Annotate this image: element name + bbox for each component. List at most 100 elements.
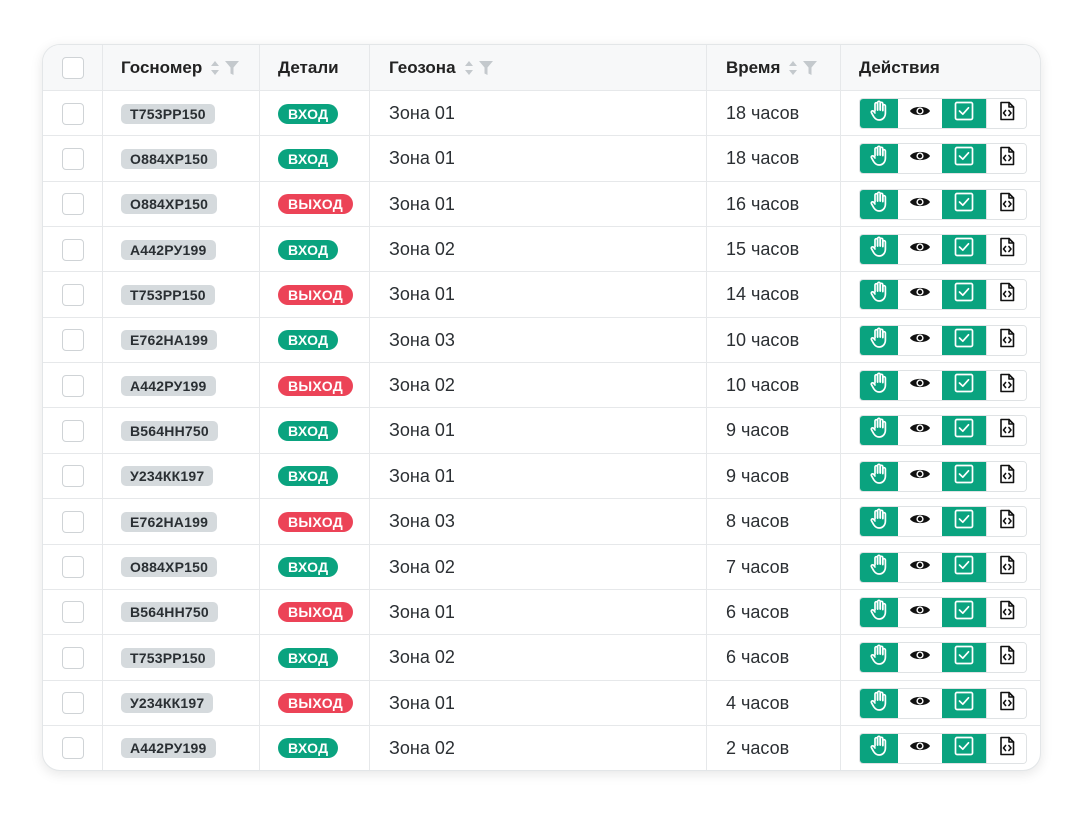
confirm-button[interactable]: [942, 325, 986, 355]
row-checkbox[interactable]: [61, 737, 84, 760]
view-button[interactable]: [898, 235, 942, 265]
code-button[interactable]: [986, 280, 1026, 310]
view-button[interactable]: [898, 552, 942, 582]
eye-icon: [909, 240, 931, 259]
row-checkbox-cell: [43, 680, 103, 726]
view-button[interactable]: [898, 416, 942, 446]
row-checkbox[interactable]: [61, 147, 84, 170]
confirm-button[interactable]: [942, 371, 986, 401]
confirm-button[interactable]: [942, 189, 986, 219]
select-all-checkbox[interactable]: [61, 56, 84, 79]
checkbox-check-icon: [954, 464, 974, 489]
zone-cell: Зона 01: [371, 680, 707, 726]
view-button[interactable]: [898, 688, 942, 718]
header-zone[interactable]: Геозона: [371, 45, 707, 90]
confirm-button[interactable]: [942, 144, 986, 174]
code-button[interactable]: [986, 597, 1026, 627]
view-button[interactable]: [898, 189, 942, 219]
row-checkbox[interactable]: [61, 692, 84, 715]
view-button[interactable]: [898, 325, 942, 355]
row-checkbox-cell: [43, 499, 103, 545]
confirm-button[interactable]: [942, 99, 986, 128]
row-checkbox[interactable]: [61, 601, 84, 624]
view-button[interactable]: [898, 597, 942, 627]
view-button[interactable]: [898, 371, 942, 401]
confirm-button[interactable]: [942, 733, 986, 763]
time-value: 18 часов: [726, 103, 800, 123]
hand-button[interactable]: [860, 643, 898, 673]
code-button[interactable]: [986, 461, 1026, 491]
hand-button[interactable]: [860, 688, 898, 718]
row-checkbox[interactable]: [61, 193, 84, 216]
code-button[interactable]: [986, 371, 1026, 401]
code-button[interactable]: [986, 235, 1026, 265]
row-checkbox[interactable]: [61, 102, 84, 125]
view-button[interactable]: [898, 99, 942, 128]
confirm-button[interactable]: [942, 597, 986, 627]
row-checkbox[interactable]: [61, 465, 84, 488]
confirm-button[interactable]: [942, 643, 986, 673]
row-checkbox[interactable]: [61, 419, 84, 442]
hand-button[interactable]: [860, 280, 898, 310]
zone-cell: Зона 02: [371, 544, 707, 590]
code-button[interactable]: [986, 144, 1026, 174]
filter-icon[interactable]: [803, 60, 818, 76]
code-button[interactable]: [986, 416, 1026, 446]
hand-button[interactable]: [860, 597, 898, 627]
confirm-button[interactable]: [942, 416, 986, 446]
hand-button[interactable]: [860, 325, 898, 355]
header-time[interactable]: Время: [708, 45, 841, 90]
filter-icon[interactable]: [478, 60, 493, 76]
hand-button[interactable]: [860, 235, 898, 265]
hand-button[interactable]: [860, 507, 898, 537]
hand-button[interactable]: [860, 461, 898, 491]
sort-icon[interactable]: [464, 60, 474, 76]
hand-button[interactable]: [860, 144, 898, 174]
filter-icon[interactable]: [225, 60, 240, 76]
view-button[interactable]: [898, 733, 942, 763]
row-checkbox[interactable]: [61, 374, 84, 397]
hand-button[interactable]: [860, 416, 898, 446]
header-plate[interactable]: Госномер: [103, 45, 260, 90]
actions-cell: [842, 499, 1040, 544]
sort-icon[interactable]: [788, 60, 798, 76]
row-checkbox[interactable]: [61, 510, 84, 533]
code-button[interactable]: [986, 643, 1026, 673]
eye-icon: [909, 739, 931, 758]
view-button[interactable]: [898, 643, 942, 673]
sort-icon[interactable]: [210, 60, 220, 76]
confirm-button[interactable]: [942, 235, 986, 265]
code-button[interactable]: [986, 733, 1026, 763]
hand-button[interactable]: [860, 371, 898, 401]
code-button[interactable]: [986, 552, 1026, 582]
details-cell: ВЫХОД: [261, 589, 370, 635]
table-header: Госномер Детали Геозона Время Действия: [43, 45, 1040, 90]
confirm-button[interactable]: [942, 280, 986, 310]
code-button[interactable]: [986, 99, 1026, 128]
row-checkbox[interactable]: [61, 238, 84, 261]
row-checkbox[interactable]: [61, 556, 84, 578]
direction-badge: ВХОД: [278, 738, 339, 759]
view-button[interactable]: [898, 144, 942, 174]
time-cell: 4 часов: [708, 680, 841, 726]
confirm-button[interactable]: [942, 688, 986, 718]
view-button[interactable]: [898, 461, 942, 491]
direction-badge: ВЫХОД: [278, 375, 353, 396]
row-checkbox[interactable]: [61, 283, 84, 306]
hand-button[interactable]: [860, 99, 898, 128]
row-checkbox[interactable]: [61, 329, 84, 352]
hand-button[interactable]: [860, 733, 898, 763]
code-button[interactable]: [986, 325, 1026, 355]
confirm-button[interactable]: [942, 552, 986, 582]
confirm-button[interactable]: [942, 507, 986, 537]
row-checkbox[interactable]: [61, 646, 84, 669]
view-button[interactable]: [898, 507, 942, 537]
hand-button[interactable]: [860, 189, 898, 219]
code-button[interactable]: [986, 189, 1026, 219]
code-button[interactable]: [986, 688, 1026, 718]
confirm-button[interactable]: [942, 461, 986, 491]
view-button[interactable]: [898, 280, 942, 310]
hand-button[interactable]: [860, 552, 898, 582]
code-button[interactable]: [986, 507, 1026, 537]
direction-badge: ВЫХОД: [278, 194, 353, 215]
